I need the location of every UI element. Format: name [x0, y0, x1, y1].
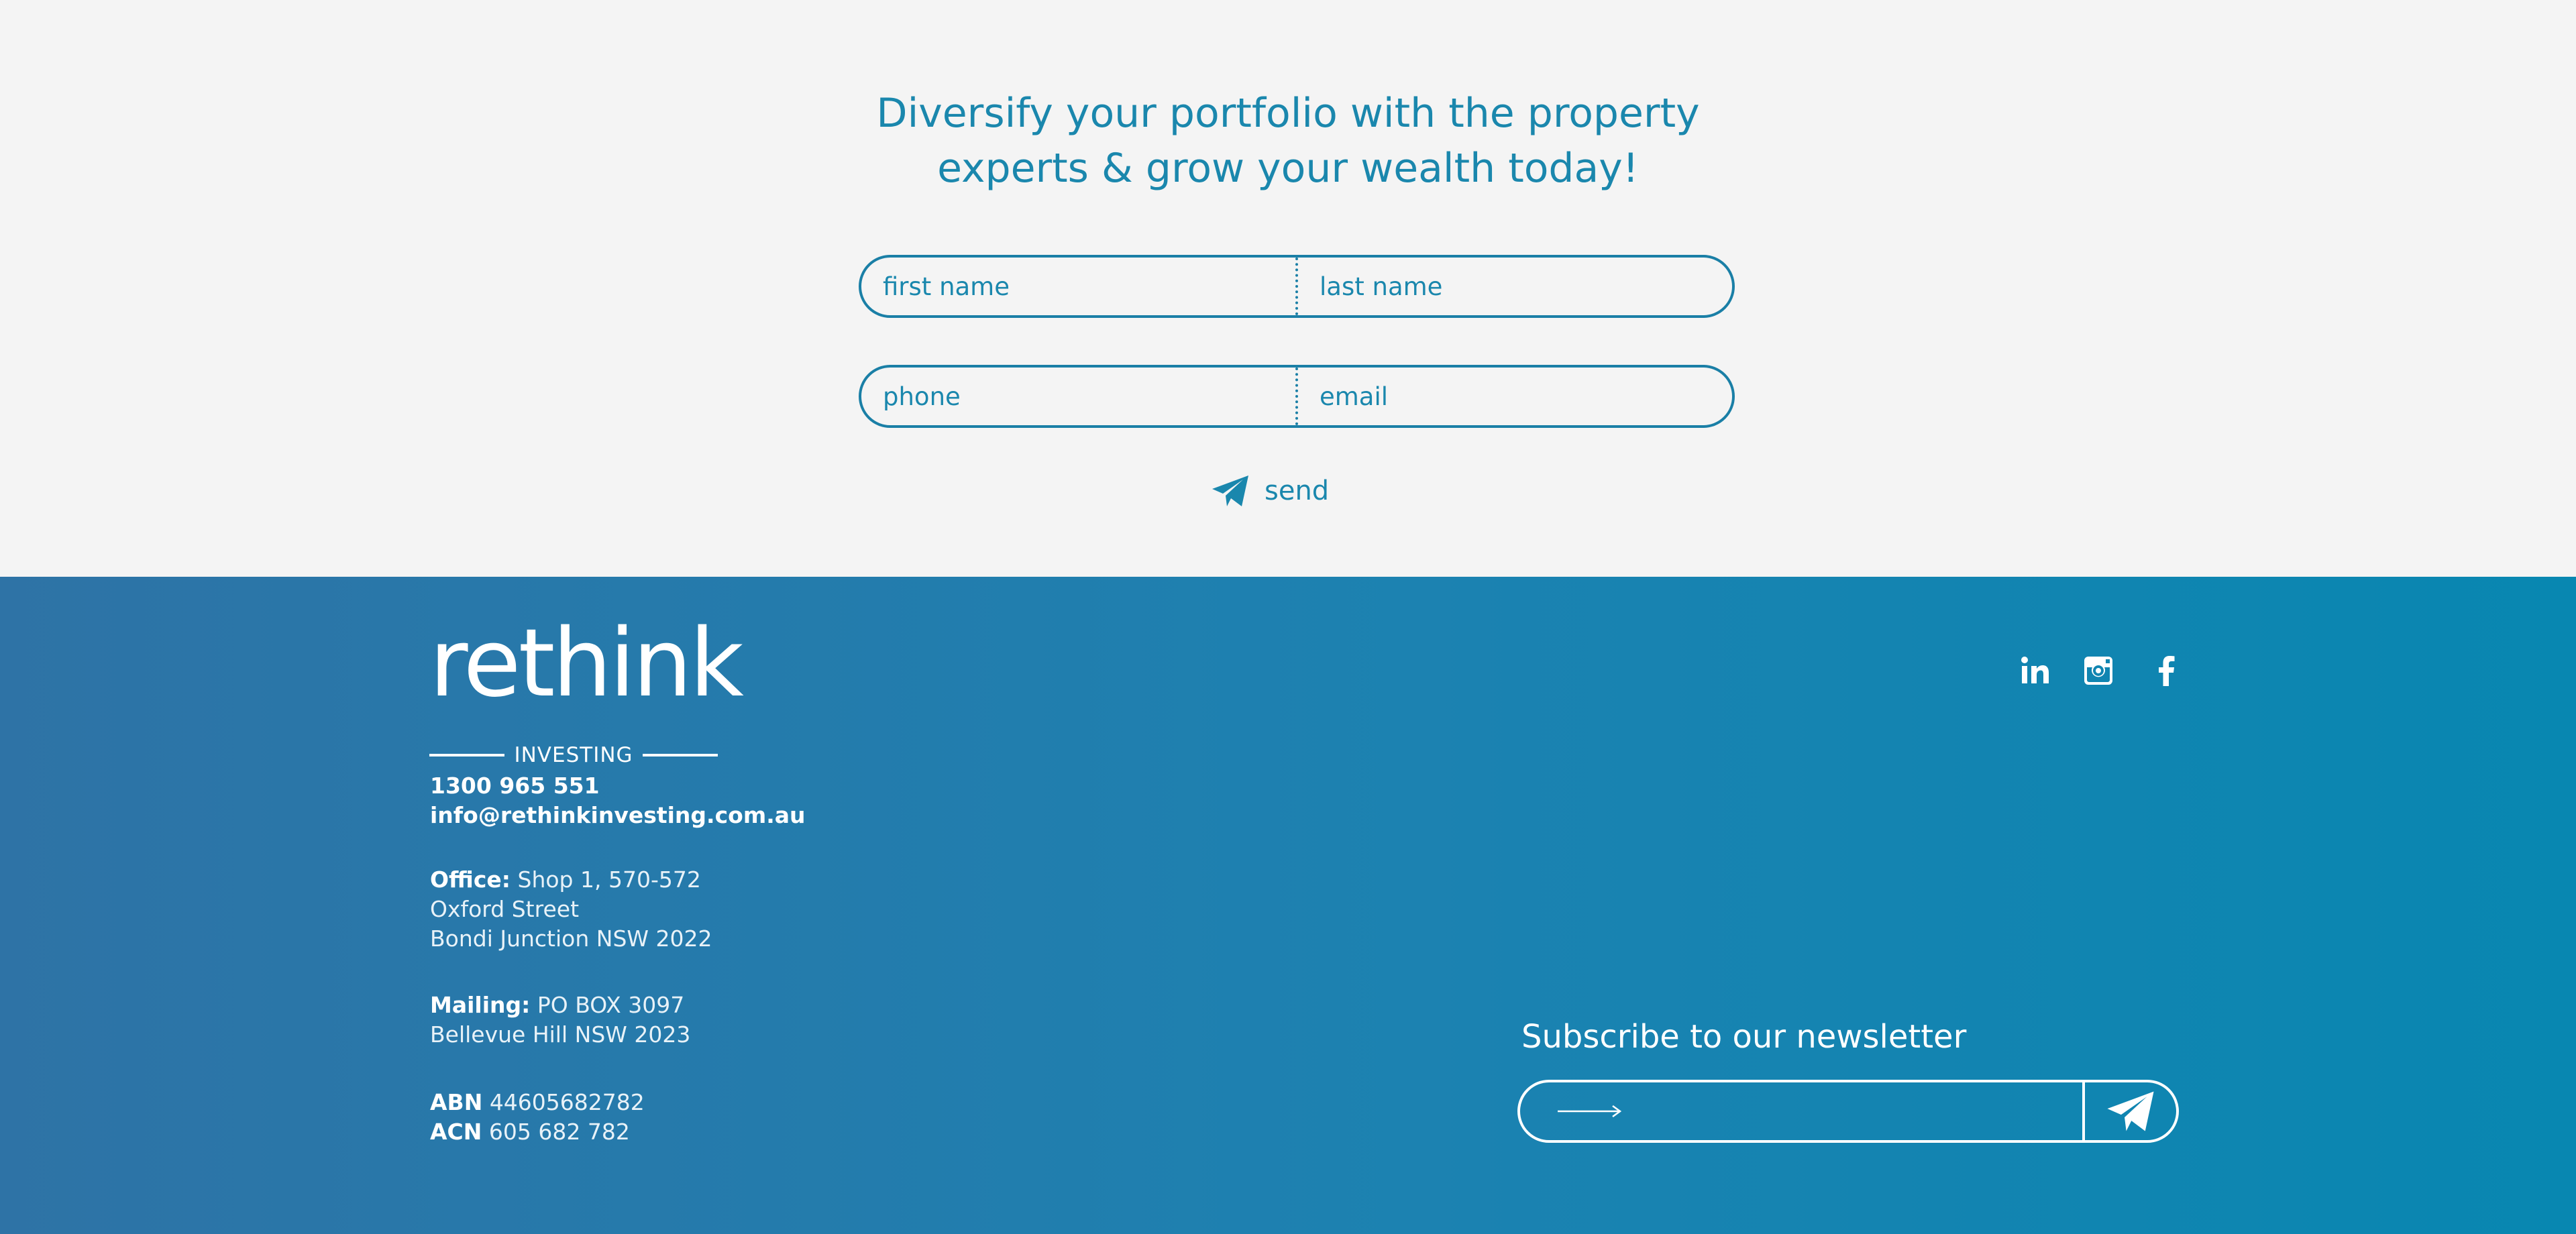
logo-rule-left — [429, 754, 505, 756]
logo-rule-right — [642, 754, 718, 756]
contact-field-group — [859, 365, 1735, 428]
mailing-line-1: Mailing: PO BOX 3097 — [430, 991, 690, 1020]
logo-subtitle: INVESTING — [429, 743, 718, 767]
first-name-field-wrap — [861, 258, 1295, 315]
acn-line: ACN 605 682 782 — [430, 1117, 645, 1147]
abn-line: ABN 44605682782 — [430, 1088, 645, 1117]
office-address-line-2: Oxford Street — [430, 896, 580, 922]
instagram-link[interactable] — [2078, 651, 2118, 691]
mailing-label: Mailing: — [430, 992, 531, 1018]
last-name-field-wrap — [1295, 258, 1732, 315]
office-line-1: Office: Shop 1, 570-572 — [430, 865, 712, 895]
newsletter-form — [1517, 1080, 2179, 1143]
facebook-link[interactable] — [2147, 651, 2187, 691]
linkedin-link[interactable] — [2015, 651, 2055, 691]
facebook-icon — [2159, 656, 2175, 686]
mailing-address-line-1: PO BOX 3097 — [537, 992, 685, 1018]
arrow-right-icon — [1558, 1105, 1622, 1118]
contact-details: 1300 965 551 info@rethinkinvesting.com.a… — [430, 771, 806, 830]
email-field-wrap — [1295, 368, 1732, 425]
instagram-icon — [2084, 657, 2112, 685]
contact-headline: Diversify your portfolio with the proper… — [0, 86, 2576, 196]
contact-section: Diversify your portfolio with the proper… — [0, 0, 2576, 577]
acn-label: ACN — [430, 1119, 482, 1145]
office-label: Office: — [430, 866, 511, 893]
name-field-group — [859, 255, 1735, 318]
logo-subtitle-text: INVESTING — [514, 743, 633, 767]
newsletter-field[interactable] — [1520, 1082, 2082, 1140]
phone-input[interactable] — [883, 368, 1295, 425]
send-label: send — [1265, 475, 1330, 506]
headline-line-1: Diversify your portfolio with the proper… — [876, 90, 1700, 137]
mailing-address: Mailing: PO BOX 3097 Bellevue Hill NSW 2… — [430, 991, 690, 1050]
logo-wordmark: rethink — [429, 609, 744, 718]
send-button[interactable]: send — [1211, 471, 1329, 511]
email-link[interactable]: info@rethinkinvesting.com.au — [430, 801, 806, 830]
acn-value: 605 682 782 — [488, 1119, 630, 1145]
mailing-address-line-2: Bellevue Hill NSW 2023 — [430, 1021, 691, 1048]
paper-plane-icon — [2107, 1091, 2154, 1131]
headline-line-2: experts & grow your wealth today! — [937, 145, 1639, 192]
office-address: Office: Shop 1, 570-572 Oxford Street Bo… — [430, 865, 712, 954]
phone-number-link[interactable]: 1300 965 551 — [430, 771, 806, 801]
newsletter-email-input[interactable] — [1622, 1082, 2082, 1140]
newsletter-submit-button[interactable] — [2082, 1082, 2176, 1140]
first-name-input[interactable] — [883, 258, 1295, 315]
last-name-input[interactable] — [1320, 258, 1732, 315]
site-footer: rethink INVESTING 1300 965 551 info@reth… — [0, 577, 2576, 1234]
newsletter-title: Subscribe to our newsletter — [1521, 1018, 1967, 1056]
abn-label: ABN — [430, 1089, 483, 1115]
paper-plane-icon — [1212, 475, 1248, 506]
office-address-line-3: Bondi Junction NSW 2022 — [430, 925, 712, 952]
abn-value: 44605682782 — [489, 1089, 645, 1115]
email-input[interactable] — [1320, 368, 1732, 425]
rethink-investing-logo[interactable]: rethink INVESTING — [429, 617, 744, 767]
office-address-line-1: Shop 1, 570-572 — [517, 866, 701, 893]
linkedin-icon — [2021, 657, 2049, 683]
phone-field-wrap — [861, 368, 1295, 425]
company-numbers: ABN 44605682782 ACN 605 682 782 — [430, 1088, 645, 1147]
